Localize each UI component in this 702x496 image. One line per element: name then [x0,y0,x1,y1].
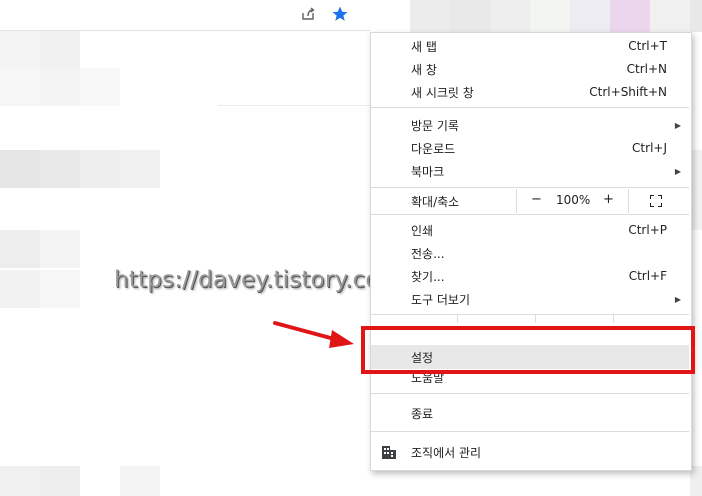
menu-divider [371,393,689,394]
menu-item-label: 인쇄 [411,223,434,238]
menu-item-label: 북마크 [411,164,445,179]
shortcut-label: Ctrl+P [628,223,667,237]
menu-item-history[interactable]: 방문 기록 ▶ [371,114,689,136]
chrome-menu: 새 탭 Ctrl+T 새 창 Ctrl+N 새 시크릿 창 Ctrl+Shift… [370,32,692,471]
menu-item-label: 새 창 [411,62,437,77]
menu-item-cast[interactable]: 전송... [371,242,689,264]
menu-item-incognito[interactable]: 새 시크릿 창 Ctrl+Shift+N [371,81,689,103]
menu-item-more-tools[interactable]: 도구 더보기 ▶ [371,288,689,310]
menu-divider [371,187,689,188]
annotation-arrow-icon [272,318,358,358]
zoom-in-button[interactable]: + [603,192,614,207]
menu-divider [371,107,689,108]
watermark-text: https://davey.tistory.com/ [114,267,411,293]
menu-divider [371,431,689,432]
menu-item-bookmarks[interactable]: 북마크 ▶ [371,160,689,182]
shortcut-label: Ctrl+F [628,269,667,283]
menu-item-label: 도구 더보기 [411,292,471,307]
zoom-row: 확대/축소 − 100% + [371,189,689,213]
edit-row-partial [371,315,689,323]
submenu-arrow-icon: ▶ [674,294,681,304]
menu-item-label: 전송... [411,246,445,261]
menu-item-exit[interactable]: 종료 [371,402,689,424]
shortcut-label: Ctrl+J [632,141,667,155]
zoom-divider [628,189,629,213]
annotation-highlight-box [361,326,695,374]
menu-item-label: 종료 [411,406,434,421]
shortcut-label: Ctrl+Shift+N [589,85,667,99]
submenu-arrow-icon: ▶ [674,166,681,176]
menu-item-label: 조직에서 관리 [411,445,482,460]
zoom-level: 100% [556,193,591,207]
menu-item-label: 새 탭 [411,39,437,54]
menu-item-new-tab[interactable]: 새 탭 Ctrl+T [371,35,689,57]
menu-item-print[interactable]: 인쇄 Ctrl+P [371,219,689,241]
submenu-arrow-icon: ▶ [674,120,681,130]
menu-item-label: 찾기... [411,269,445,284]
share-icon[interactable] [298,4,318,24]
menu-item-managed[interactable]: 조직에서 관리 [371,440,689,464]
menu-item-find[interactable]: 찾기... Ctrl+F [371,265,689,287]
zoom-label: 확대/축소 [411,195,460,209]
shortcut-label: Ctrl+T [628,39,667,53]
menu-divider [371,214,689,215]
menu-item-label: 방문 기록 [411,118,459,133]
menu-item-new-window[interactable]: 새 창 Ctrl+N [371,58,689,80]
building-icon [381,444,397,460]
fullscreen-icon[interactable] [649,194,663,208]
browser-toolbar [0,0,370,31]
menu-item-label: 다운로드 [411,141,456,156]
zoom-out-button[interactable]: − [531,192,542,207]
menu-item-label: 새 시크릿 창 [411,85,474,100]
shortcut-label: Ctrl+N [626,62,667,76]
zoom-divider [516,189,517,213]
star-icon[interactable] [330,4,350,24]
menu-item-downloads[interactable]: 다운로드 Ctrl+J [371,137,689,159]
